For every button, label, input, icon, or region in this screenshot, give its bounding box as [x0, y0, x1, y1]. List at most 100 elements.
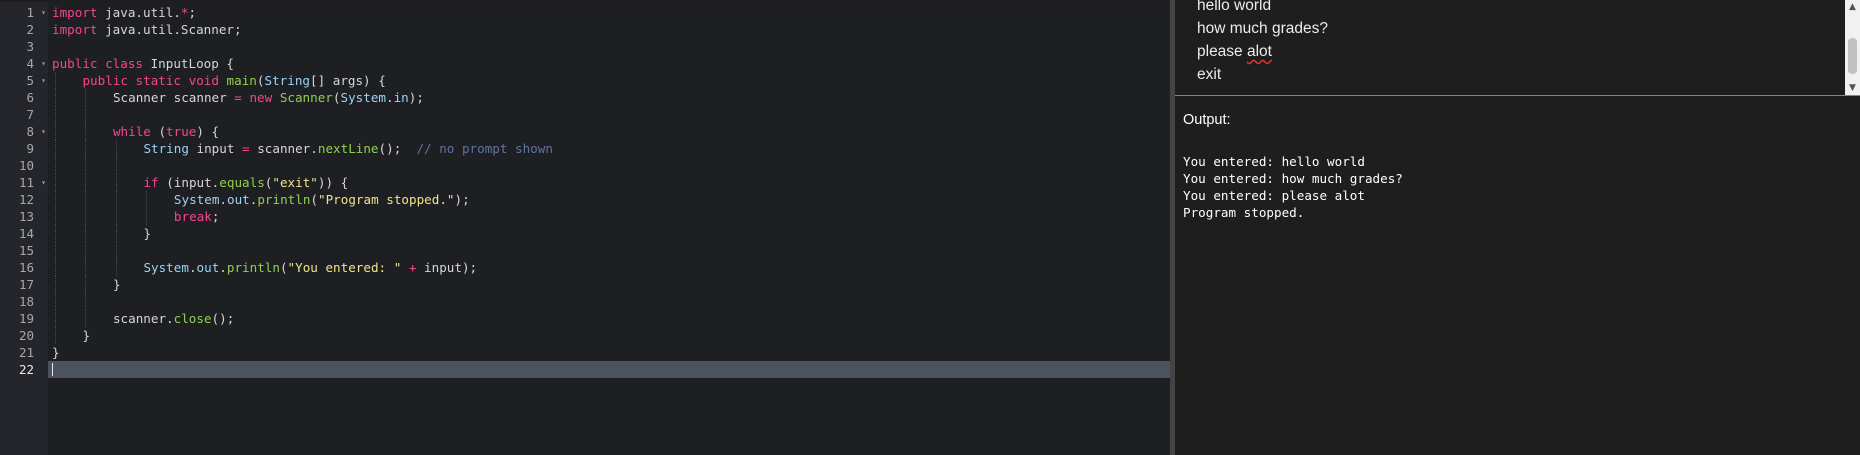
- code-line[interactable]: [48, 106, 1170, 123]
- code-line[interactable]: scanner.close();: [48, 310, 1170, 327]
- code-editor[interactable]: 1 ▾ 2 3 4 ▾ 5 ▾ 6 7 8 ▾ 9 10 11 ▾ 12 13 14 15 16 17 18 19 20 21 22…: [0, 2, 1170, 455]
- indent-guide: [55, 310, 56, 327]
- indent-guide: [85, 225, 87, 242]
- line-number: 9: [0, 140, 48, 157]
- scroll-up-arrow-icon[interactable]: ▲: [1845, 0, 1860, 14]
- code-line[interactable]: }: [48, 344, 1170, 361]
- line-number-text: 3: [26, 39, 34, 54]
- line-number-text: 7: [26, 107, 34, 122]
- stdin-line: how much grades?: [1197, 20, 1328, 37]
- indent-guide: [55, 72, 56, 89]
- code-text: }: [52, 344, 60, 361]
- fold-arrow-icon[interactable]: ▾: [41, 123, 46, 140]
- code-token: out: [196, 260, 220, 275]
- scroll-thumb[interactable]: [1848, 38, 1857, 74]
- indent-guide: [55, 157, 56, 174]
- indent-guide: [85, 191, 87, 208]
- fold-arrow-icon[interactable]: ▾: [41, 174, 46, 191]
- code-line[interactable]: while (true) {: [48, 123, 1170, 140]
- indent-guide: [85, 293, 87, 310]
- line-number-text: 18: [18, 294, 34, 309]
- code-token: }: [143, 226, 152, 241]
- code-text: System.out.println("You entered: " + inp…: [143, 259, 477, 276]
- line-number-text: 20: [18, 328, 34, 343]
- code-token: ();: [378, 141, 417, 156]
- code-token: in: [393, 90, 409, 105]
- code-token: (: [279, 260, 288, 275]
- code-line[interactable]: }: [48, 327, 1170, 344]
- code-line[interactable]: System.out.println("Program stopped.");: [48, 191, 1170, 208]
- indent-guide: [115, 208, 117, 225]
- line-number: 6: [0, 89, 48, 106]
- code-token: input);: [416, 260, 478, 275]
- code-token: out: [227, 192, 250, 207]
- code-token: String: [143, 141, 189, 156]
- line-number: 5 ▾: [0, 72, 48, 89]
- code-area[interactable]: import java.util.*; import java.util.Scan…: [48, 2, 1170, 455]
- line-number-text: 10: [18, 158, 34, 173]
- code-text: public class InputLoop {: [52, 55, 234, 72]
- stdin-line: exit: [1197, 66, 1222, 83]
- code-token: close: [173, 311, 212, 326]
- indent-guide: [115, 225, 117, 242]
- code-line[interactable]: [48, 361, 1170, 378]
- stdin-input-box[interactable]: ▲ ▼ hello world how much grades? please al…: [1175, 0, 1860, 96]
- code-text: import java.util.*;: [52, 4, 196, 21]
- indent-guide: [55, 106, 56, 123]
- code-text: String input = scanner.nextLine(); // no…: [143, 140, 553, 157]
- fold-arrow-icon[interactable]: ▾: [41, 72, 46, 89]
- indent-guide: [115, 157, 117, 174]
- output-line: You entered: how much grades?: [1183, 171, 1403, 186]
- indent-guide: [55, 276, 56, 293]
- code-token: );: [408, 90, 424, 105]
- code-token: scanner.: [112, 311, 174, 326]
- line-number-text: 6: [26, 90, 34, 105]
- code-token: .: [219, 260, 227, 275]
- output-line: You entered: hello world: [1183, 154, 1365, 169]
- code-text: System.out.println("Program stopped.");: [174, 191, 470, 208]
- code-line[interactable]: }: [48, 276, 1170, 293]
- line-number: 18: [0, 293, 48, 310]
- code-line[interactable]: [48, 38, 1170, 55]
- line-number: 7: [0, 106, 48, 123]
- code-line[interactable]: }: [48, 225, 1170, 242]
- line-number-text: 22: [18, 362, 34, 377]
- indent-guide: [55, 327, 56, 344]
- code-line[interactable]: import java.util.*;: [48, 4, 1170, 21]
- code-text: }: [143, 225, 151, 242]
- code-line[interactable]: String input = scanner.nextLine(); // no…: [48, 140, 1170, 157]
- line-number-text: 14: [18, 226, 34, 241]
- line-number-text: 16: [18, 260, 34, 275]
- indent-guide: [115, 242, 117, 259]
- stdin-scrollbar[interactable]: ▲ ▼: [1845, 0, 1860, 95]
- misspelled-word[interactable]: alot: [1247, 43, 1272, 60]
- line-number-text: 8: [26, 124, 34, 139]
- code-token: ;: [211, 209, 220, 224]
- code-line[interactable]: public class InputLoop {: [48, 55, 1170, 72]
- scroll-down-arrow-icon[interactable]: ▼: [1845, 81, 1860, 95]
- code-token: public static void: [82, 73, 219, 88]
- line-number: 17: [0, 276, 48, 293]
- code-token: (: [150, 124, 167, 139]
- line-number: 11 ▾: [0, 174, 48, 191]
- code-line[interactable]: [48, 293, 1170, 310]
- line-number: 10: [0, 157, 48, 174]
- code-line[interactable]: import java.util.Scanner;: [48, 21, 1170, 38]
- code-line[interactable]: public static void main(String[] args) {: [48, 72, 1170, 89]
- code-line[interactable]: [48, 242, 1170, 259]
- code-line[interactable]: System.out.println("You entered: " + inp…: [48, 259, 1170, 276]
- fold-arrow-icon[interactable]: ▾: [41, 55, 46, 72]
- code-line[interactable]: Scanner scanner = new Scanner(System.in)…: [48, 89, 1170, 106]
- code-token: "You entered: ": [287, 260, 402, 275]
- fold-arrow-icon[interactable]: ▾: [41, 4, 46, 21]
- indent-guide: [55, 191, 56, 208]
- code-token: System: [143, 260, 189, 275]
- indent-guide: [115, 140, 117, 157]
- code-token: =: [234, 90, 242, 105]
- code-line[interactable]: break;: [48, 208, 1170, 225]
- code-line[interactable]: if (input.equals("exit")) {: [48, 174, 1170, 191]
- code-line[interactable]: [48, 157, 1170, 174]
- code-text: public static void main(String[] args) {: [82, 72, 385, 89]
